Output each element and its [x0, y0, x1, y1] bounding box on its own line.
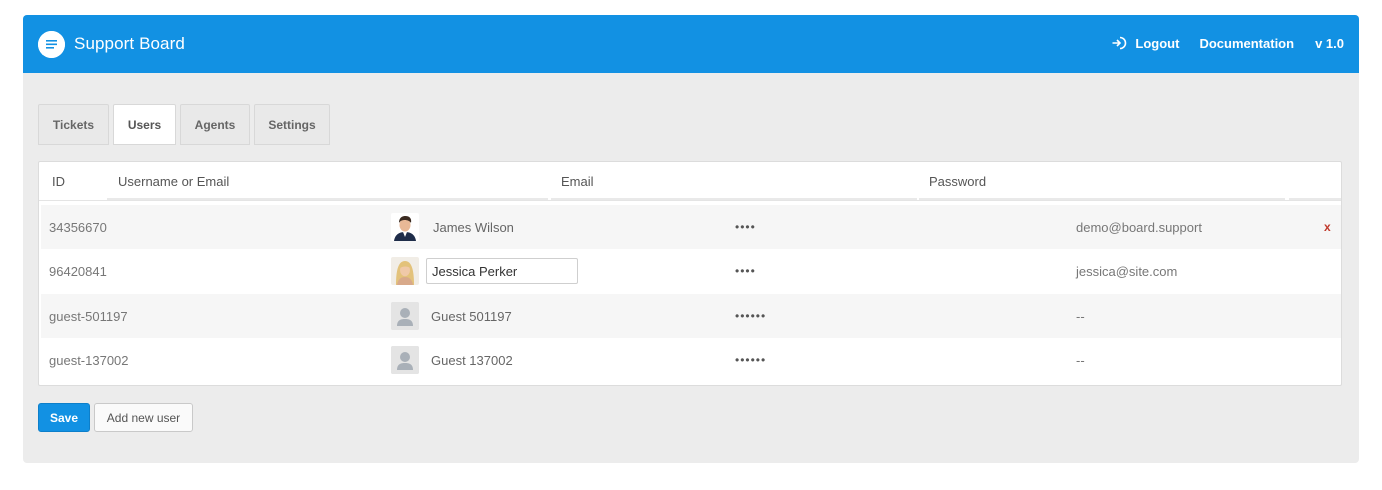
column-divider	[1289, 198, 1341, 200]
tab-agents[interactable]: Agents	[180, 104, 250, 145]
user-name[interactable]: James Wilson	[433, 220, 514, 235]
guest-avatar	[391, 302, 419, 330]
user-email: --	[1076, 308, 1085, 324]
user-email: --	[1076, 352, 1085, 368]
column-header-password: Password	[929, 174, 987, 189]
guest-avatar	[391, 346, 419, 374]
user-password: ••••••	[735, 309, 767, 323]
documentation-link[interactable]: Documentation	[1199, 36, 1294, 51]
user-email: demo@board.support	[1076, 219, 1202, 235]
chat-bubble-logo-icon	[38, 30, 65, 58]
male-avatar	[391, 213, 419, 241]
logout-label: Logout	[1135, 35, 1180, 51]
user-password: ••••	[735, 220, 756, 234]
logout-icon	[1112, 36, 1127, 50]
user-name-cell: Guest 501197	[391, 294, 512, 338]
user-password: ••••••	[735, 353, 767, 367]
table-header: ID Username or Email Email Password	[39, 162, 1341, 201]
user-name[interactable]: Guest 137002	[431, 353, 513, 368]
column-header-username: Username or Email	[118, 174, 230, 189]
app-title: Support Board	[74, 34, 185, 53]
logout-link[interactable]: Logout	[1111, 35, 1179, 51]
table-row[interactable]: guest-137002 Guest 137002 •••••• --	[41, 338, 1341, 382]
user-name-cell: James Wilson	[391, 205, 514, 249]
user-id: 34356670	[49, 219, 107, 235]
user-name-cell: Guest 137002	[391, 338, 513, 382]
user-id: guest-137002	[49, 352, 129, 368]
save-button[interactable]: Save	[38, 403, 90, 432]
users-table: ID Username or Email Email Password 3435…	[38, 161, 1342, 386]
user-id: guest-501197	[49, 308, 128, 324]
tab-settings[interactable]: Settings	[254, 104, 330, 145]
tab-tickets[interactable]: Tickets	[38, 104, 109, 145]
user-id: 96420841	[49, 263, 107, 279]
table-row[interactable]: guest-501197 Guest 501197 •••••• --	[41, 294, 1341, 338]
table-row[interactable]: 34356670 James Wilson •••• demo@board.su…	[41, 205, 1341, 249]
tab-users[interactable]: Users	[113, 104, 176, 145]
user-email: jessica@site.com	[1076, 263, 1178, 279]
column-header-email: Email	[561, 174, 594, 189]
delete-user-button[interactable]: x	[1324, 205, 1331, 249]
user-password: ••••	[735, 264, 756, 278]
header-nav: Logout Documentation v 1.0	[1111, 35, 1344, 51]
table-row[interactable]: 96420841 •••• jessica@site.com	[41, 249, 1341, 293]
add-new-user-button[interactable]: Add new user	[94, 403, 193, 432]
user-name-input[interactable]	[426, 258, 578, 284]
column-divider	[919, 198, 1285, 200]
top-bar: Support Board Logout Documentation v 1.0	[23, 15, 1359, 73]
user-name-cell	[391, 249, 578, 293]
admin-panel: Support Board Logout Documentation v 1.0…	[23, 15, 1359, 463]
column-divider	[107, 198, 548, 200]
user-name[interactable]: Guest 501197	[431, 309, 512, 324]
brand: Support Board	[38, 30, 185, 58]
tab-bar: Tickets Users Agents Settings	[38, 104, 334, 145]
column-header-id: ID	[52, 174, 65, 189]
column-divider	[551, 198, 917, 200]
female-avatar	[391, 257, 419, 285]
version-label: v 1.0	[1315, 35, 1344, 51]
